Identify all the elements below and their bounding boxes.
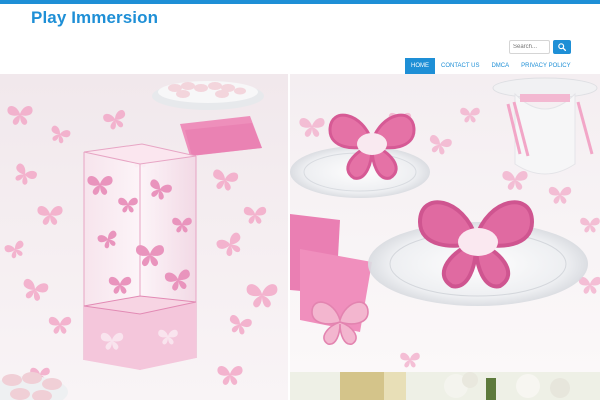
nav-item-home[interactable]: HOME bbox=[405, 58, 435, 74]
search-form bbox=[509, 40, 571, 54]
site-title[interactable]: Play Immersion bbox=[31, 8, 158, 28]
pink-butterfly-vase-photo bbox=[0, 74, 288, 400]
nav-item-contact-us[interactable]: CONTACT US bbox=[435, 58, 485, 74]
main-nav: HOME CONTACT US DMCA PRIVACY POLICY bbox=[405, 58, 577, 74]
search-input[interactable] bbox=[509, 40, 550, 54]
nav-item-dmca[interactable]: DMCA bbox=[485, 58, 515, 74]
nav-item-privacy-policy[interactable]: PRIVACY POLICY bbox=[515, 58, 576, 74]
search-icon bbox=[558, 43, 566, 51]
butterfly-place-cards-photo bbox=[290, 74, 600, 372]
image-gallery bbox=[0, 74, 600, 400]
search-button[interactable] bbox=[553, 40, 571, 54]
flowers-photo bbox=[290, 372, 600, 400]
top-accent-bar bbox=[0, 0, 600, 4]
